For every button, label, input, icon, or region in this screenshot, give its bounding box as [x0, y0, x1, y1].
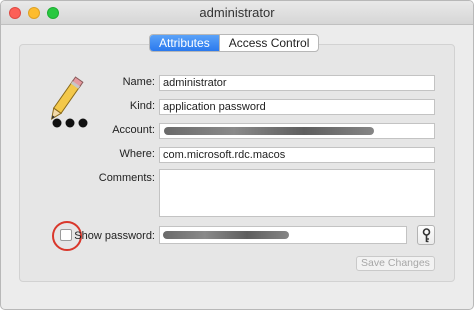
comments-textarea[interactable]: [159, 169, 435, 217]
tab-access-control[interactable]: Access Control: [218, 35, 319, 51]
keychain-item-window: administrator Attributes Access Control …: [0, 0, 474, 310]
save-changes-button[interactable]: Save Changes: [356, 256, 435, 271]
name-field[interactable]: administrator: [159, 75, 435, 91]
where-label: Where:: [119, 148, 155, 160]
account-field[interactable]: [159, 123, 435, 139]
key-icon: [422, 228, 431, 243]
title-bar[interactable]: administrator: [1, 1, 473, 25]
account-label: Account:: [112, 124, 155, 136]
tab-attributes[interactable]: Attributes: [150, 35, 219, 51]
where-field[interactable]: com.microsoft.rdc.macos: [159, 147, 435, 163]
kind-field[interactable]: application password: [159, 99, 435, 115]
password-assistant-button[interactable]: [417, 225, 435, 245]
comments-label: Comments:: [98, 172, 155, 184]
redacted-password-value: [163, 231, 289, 239]
kind-label: Kind:: [129, 100, 155, 112]
tab-bar: Attributes Access Control: [149, 34, 320, 52]
name-label: Name:: [122, 76, 155, 88]
show-password-label: Show password:: [74, 230, 155, 242]
window-title: administrator: [199, 5, 275, 20]
redacted-account-value: [164, 127, 374, 135]
password-field[interactable]: [159, 226, 407, 244]
